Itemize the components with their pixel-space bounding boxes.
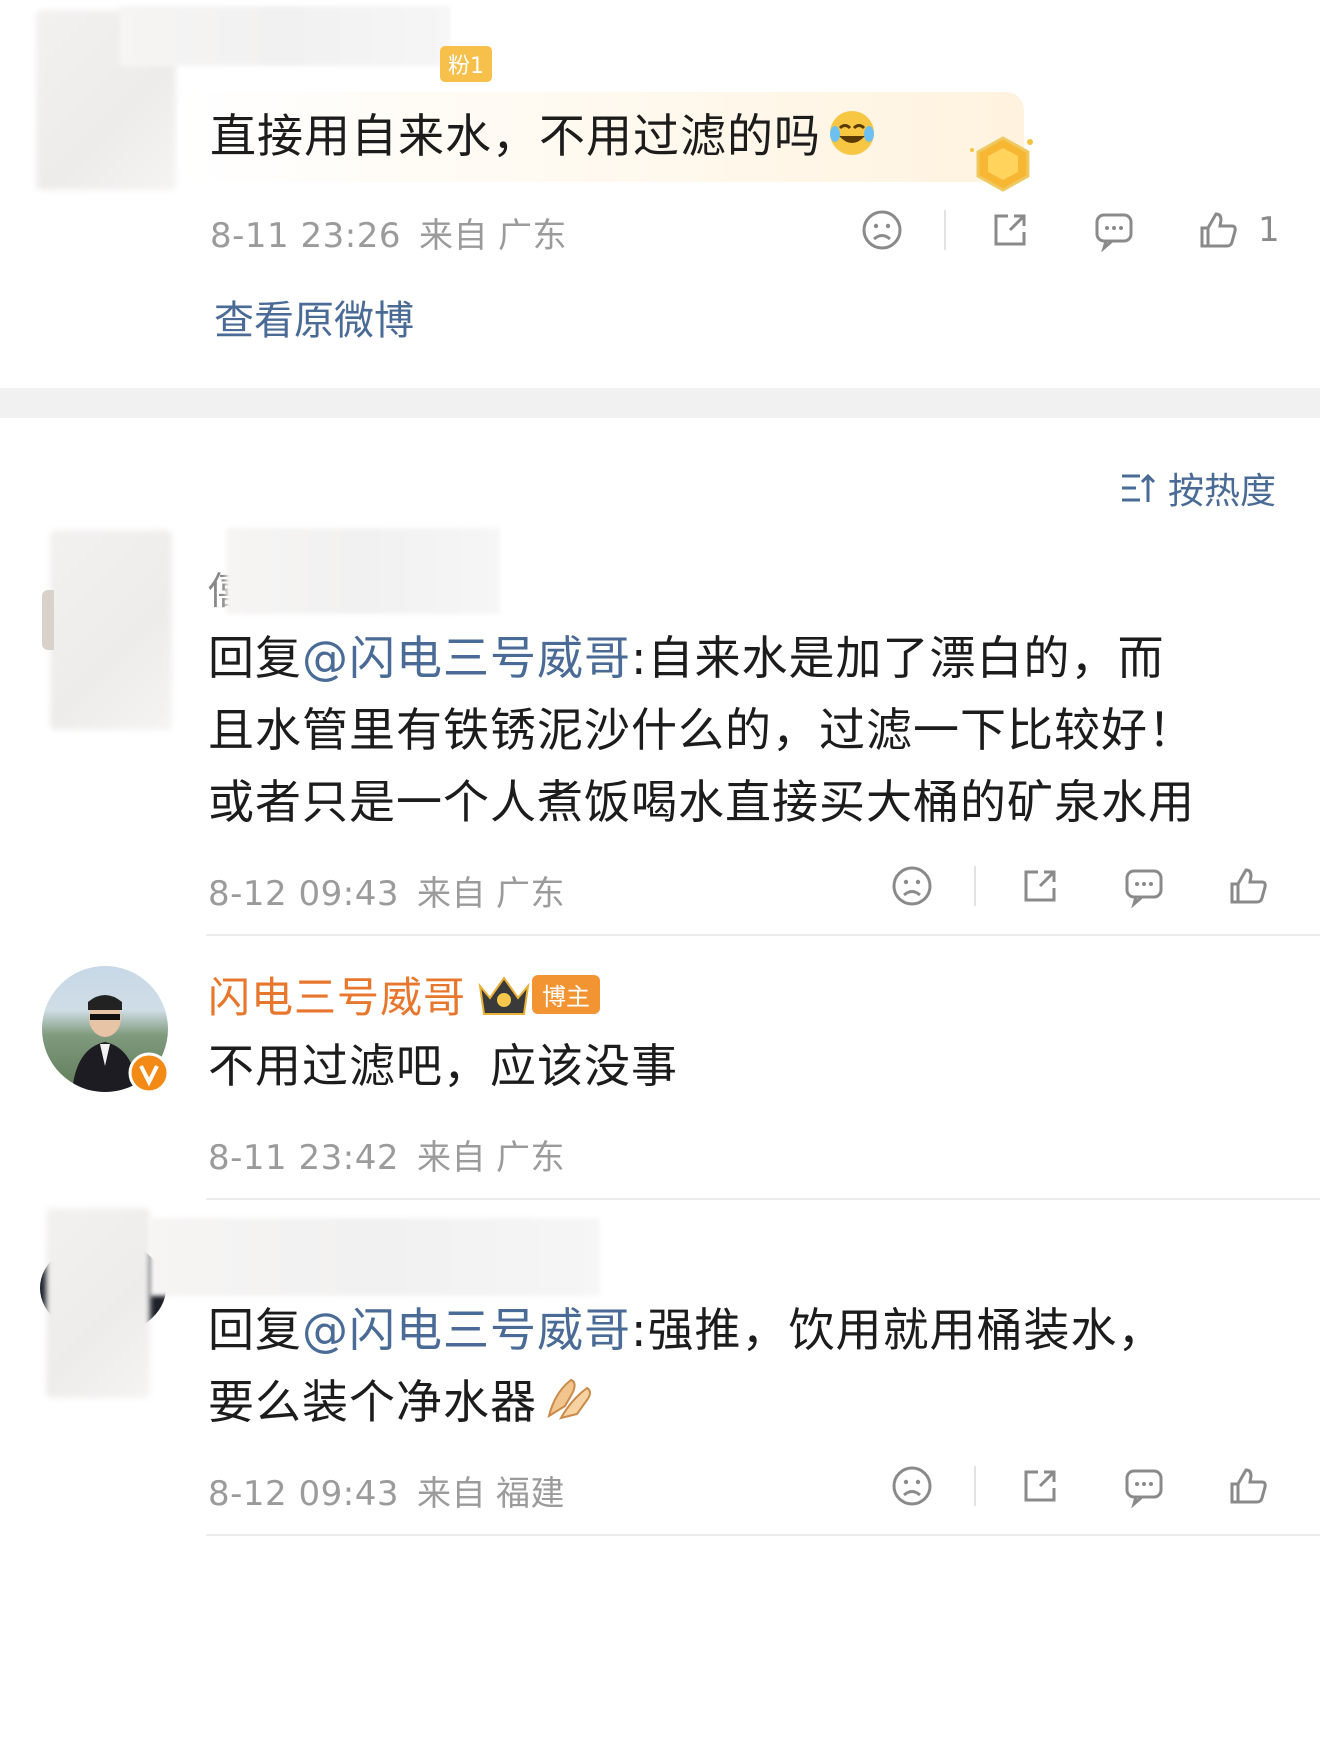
sort-control[interactable]: 按热度 (1118, 462, 1276, 514)
reply-text-line: 或者只是一个人煮饭喝水直接买大桶的矿泉水用 (208, 775, 1195, 829)
mention-link[interactable]: @闪电三号威哥 (302, 631, 631, 685)
blogger-badge: 博主 (532, 975, 601, 1014)
share-icon[interactable] (988, 208, 1032, 252)
sort-icon (1118, 468, 1158, 508)
thumbs-up-icon[interactable] (1226, 864, 1270, 908)
reply-location: 福建 (495, 1474, 565, 1514)
reply-from-label: 来自 (416, 874, 486, 914)
comment-icon[interactable] (1122, 864, 1166, 909)
reply-meta: 8-12 09:43 来自 福建 (208, 1466, 565, 1515)
share-icon[interactable] (1018, 1464, 1062, 1508)
view-original-link[interactable]: 查看原微博 (214, 288, 414, 346)
comment-text-content: 直接用自来水，不用过滤的吗 (210, 109, 821, 163)
action-divider (974, 1466, 976, 1506)
reply-text-line: 回复@闪电三号威哥:自来水是加了漂白的，而 (208, 622, 1288, 694)
reply-time: 8-11 23:42 (208, 1138, 399, 1178)
author-name[interactable]: 闪电三号威哥 (208, 964, 466, 1025)
reply-text-line: 要么装个净水器 (208, 1366, 1288, 1438)
reply-actions (890, 864, 1270, 909)
action-divider (944, 210, 946, 250)
action-divider (974, 866, 976, 906)
pray-hands-emoji-icon (541, 1370, 597, 1420)
section-divider (0, 388, 1320, 418)
author-reply-text: 不用过滤吧，应该没事 (208, 1039, 678, 1093)
laugh-cry-emoji-icon (827, 106, 877, 156)
sort-label: 按热度 (1168, 471, 1277, 512)
comment-meta: 8-11 23:26 来自 广东 (210, 208, 567, 257)
sad-face-icon[interactable] (890, 864, 934, 908)
gold-medal-icon (968, 134, 1038, 194)
sad-face-icon[interactable] (860, 208, 904, 252)
username-blurred (150, 1218, 600, 1296)
reply-location: 广东 (495, 1138, 565, 1178)
reply-from-label: 来自 (416, 1138, 486, 1178)
reply-text-part: :自来水是加了漂白的，而 (631, 631, 1165, 685)
reply-divider (206, 1534, 1320, 1536)
reply-actions (890, 1464, 1270, 1509)
reply-prefix: 回复 (208, 1303, 302, 1357)
reply-divider (206, 934, 1320, 936)
comment-icon[interactable] (1092, 208, 1136, 253)
reply-time: 8-12 09:43 (208, 1474, 399, 1514)
reply-text: 回复@闪电三号威哥:自来水是加了漂白的，而 且水管里有铁锈泥沙什么的，过滤一下比… (208, 622, 1288, 838)
like-count: 1 (1258, 210, 1281, 250)
comment-icon[interactable] (1122, 1464, 1166, 1509)
author-header: 闪电三号威哥 博主 (208, 964, 601, 1025)
comment-text: 直接用自来水，不用过滤的吗 (210, 100, 877, 172)
comment-time: 8-11 23:26 (210, 216, 401, 256)
reply-text-line: 回复@闪电三号威哥:强推，饮用就用桶装水， (208, 1294, 1288, 1366)
comment-location: 广东 (497, 216, 567, 256)
reply-text-part: 要么装个净水器 (208, 1375, 537, 1429)
reply-location: 广东 (495, 874, 565, 914)
avatar-blurred (46, 1208, 150, 1398)
reply-meta: 8-11 23:42 来自 广东 (208, 1130, 565, 1179)
reply-meta: 8-12 09:43 来自 广东 (208, 866, 565, 915)
share-icon[interactable] (1018, 864, 1062, 908)
reply-text-part: :强推，饮用就用桶装水， (631, 1303, 1165, 1357)
username-blurred (120, 6, 450, 66)
reply-text: 回复@闪电三号威哥:强推，饮用就用桶装水， 要么装个净水器 (208, 1294, 1288, 1438)
reply-prefix: 回复 (208, 631, 302, 685)
reply-time: 8-12 09:43 (208, 874, 399, 914)
sad-face-icon[interactable] (890, 1464, 934, 1508)
crown-icon (476, 972, 532, 1018)
reply-from-label: 来自 (416, 1474, 486, 1514)
comment-from-label: 来自 (418, 216, 488, 256)
verified-badge-icon (128, 1052, 170, 1094)
reply-divider (206, 1198, 1320, 1200)
mention-link[interactable]: @闪电三号威哥 (302, 1303, 631, 1357)
thumbs-up-icon[interactable] (1196, 208, 1240, 252)
thumbs-up-icon[interactable] (1226, 1464, 1270, 1508)
comment-actions: 1 (860, 208, 1281, 253)
username-blurred (226, 528, 500, 614)
reply-text-line: 且水管里有铁锈泥沙什么的，过滤一下比较好！ (208, 703, 1195, 757)
avatar-blurred (50, 530, 172, 730)
fan-badge: 粉1 (440, 46, 492, 82)
avatar-edge (42, 590, 54, 650)
